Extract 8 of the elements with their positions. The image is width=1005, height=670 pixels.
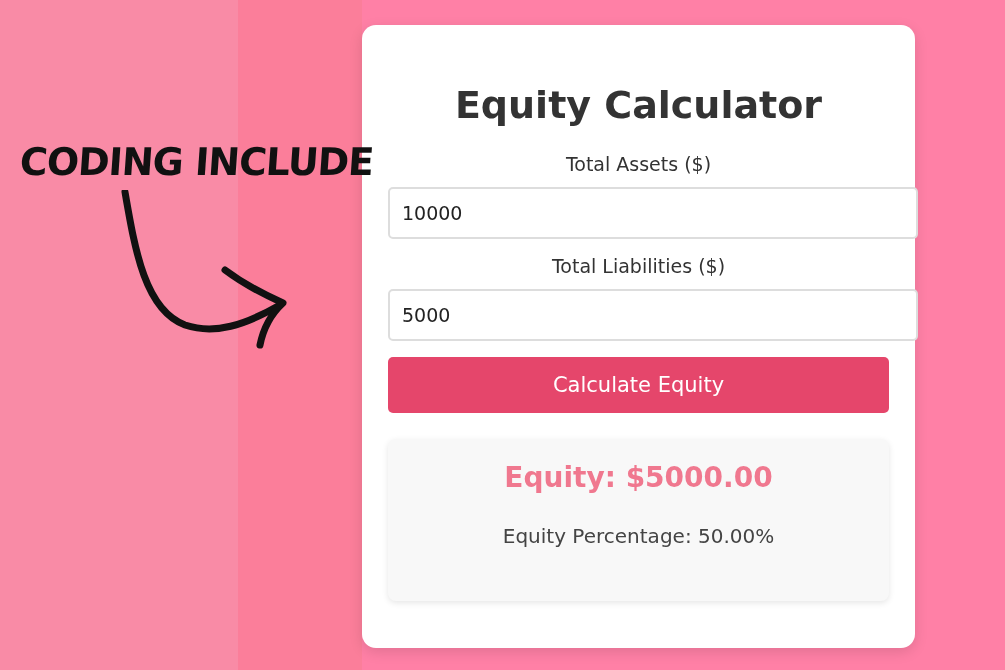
field-label: Total Liabilities ($) — [551, 255, 726, 277]
field-label: Total Assets ($) — [565, 153, 712, 175]
equity-percentage: Equity Percentage: 50.00% — [502, 524, 775, 548]
number-input[interactable]: 5000 — [388, 289, 918, 341]
calculator-title: Equity Calculator — [454, 83, 823, 127]
number-input[interactable]: 10000 — [388, 187, 918, 239]
calculate-button[interactable]: Calculate Equity — [388, 357, 889, 413]
equity-result: Equity: $5000.00 — [504, 461, 773, 494]
